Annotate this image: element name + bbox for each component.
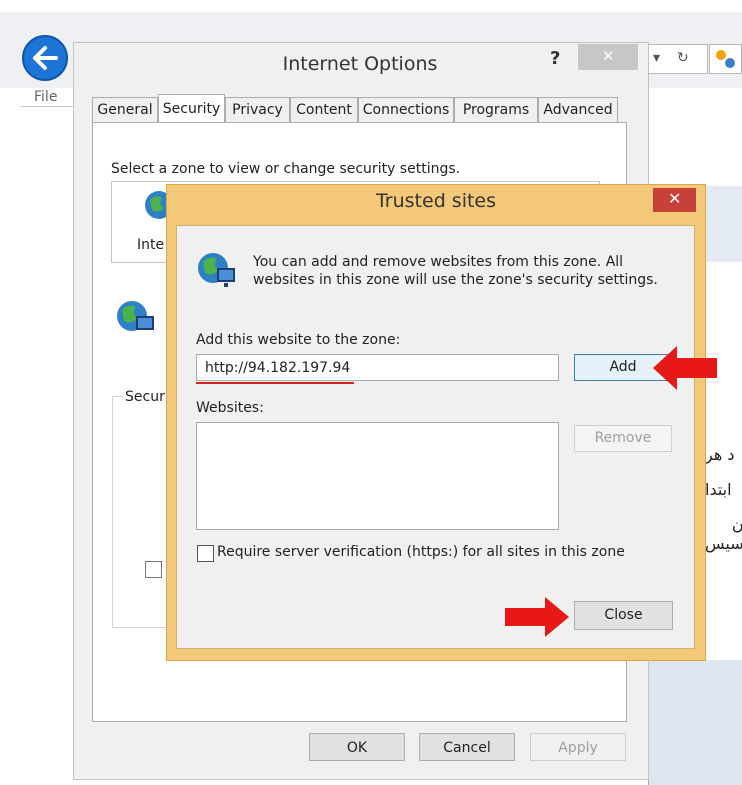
rtl-text-line: د هر	[705, 445, 735, 464]
security-level-group	[112, 396, 173, 628]
close-icon: ✕	[668, 189, 682, 208]
zone-instruction-label: Select a zone to view or change security…	[111, 161, 461, 177]
require-https-label[interactable]: Require server verification (https:) for…	[217, 544, 625, 560]
rtl-text-line: ن سیس	[705, 515, 742, 553]
internet-options-title: Internet Options	[282, 53, 438, 75]
trusted-sites-title: Trusted sites	[375, 190, 497, 212]
refresh-icon[interactable]: ↻	[677, 50, 689, 66]
websites-list[interactable]	[196, 422, 559, 530]
site-favicon-icon[interactable]	[709, 44, 742, 74]
tab-advanced[interactable]: Advanced	[538, 97, 618, 122]
protected-mode-checkbox[interactable]	[145, 561, 162, 578]
tab-programs[interactable]: Programs	[454, 97, 538, 122]
menu-divider	[20, 106, 76, 107]
trusted-sites-description: You can add and remove websites from thi…	[253, 254, 658, 288]
annotation-arrow-right-icon	[505, 597, 569, 641]
remove-button[interactable]: Remove	[574, 425, 672, 452]
menu-file[interactable]: File	[34, 89, 57, 105]
add-website-label: Add this website to the zone:	[196, 332, 401, 348]
security-level-globe-icon	[114, 298, 160, 344]
tab-connections[interactable]: Connections	[358, 97, 454, 122]
websites-label: Websites:	[196, 400, 264, 416]
website-url-input[interactable]	[196, 354, 559, 381]
tab-general[interactable]: General	[92, 97, 158, 122]
back-button[interactable]	[22, 35, 68, 81]
tab-security[interactable]: Security	[158, 94, 225, 123]
trusted-sites-close-button[interactable]: ✕	[653, 188, 696, 212]
zone-internet-label[interactable]: Inte	[137, 237, 164, 253]
trusted-zone-globe-icon	[195, 250, 241, 296]
security-level-label: Securi	[123, 389, 171, 405]
require-https-checkbox[interactable]	[197, 545, 214, 562]
annotation-underline	[196, 382, 354, 384]
internet-options-close-button[interactable]: ✕	[578, 44, 638, 70]
annotation-arrow-left-icon	[653, 346, 719, 394]
tab-content[interactable]: Content	[290, 97, 358, 122]
close-button[interactable]: Close	[574, 601, 673, 630]
apply-button[interactable]: Apply	[530, 733, 626, 761]
tab-privacy[interactable]: Privacy	[225, 97, 290, 122]
help-button[interactable]: ?	[550, 48, 560, 69]
arrow-left-icon	[33, 46, 58, 70]
dropdown-icon[interactable]: ▾	[653, 50, 660, 66]
rtl-text-line: ابتدا	[705, 480, 732, 499]
close-icon: ✕	[602, 47, 615, 65]
address-bar-controls[interactable]: ▾ ↻	[648, 44, 708, 74]
cancel-button[interactable]: Cancel	[419, 733, 515, 761]
ok-button[interactable]: OK	[309, 733, 405, 761]
webpage-footer	[648, 660, 742, 785]
